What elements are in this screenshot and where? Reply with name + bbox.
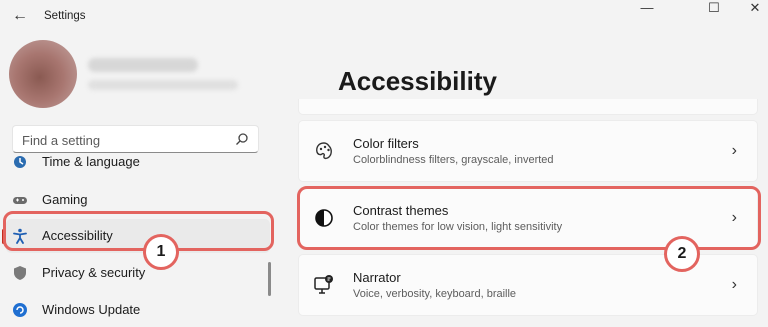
minimize-button[interactable]: — [629,0,665,18]
maximize-button[interactable]: ☐ [696,0,732,18]
color-filters-icon [313,140,335,162]
chevron-right-icon: › [731,209,737,226]
sidebar-item-label: Time & language [42,154,140,169]
card-color-filters[interactable]: Color filters Colorblindness filters, gr… [298,120,758,182]
annotation-badge-2: 2 [664,236,700,272]
user-email-blurred [88,80,238,90]
avatar[interactable] [9,40,77,108]
sidebar-item-privacy-security[interactable]: Privacy & security [6,256,270,290]
search-placeholder: Find a setting [22,133,101,148]
sidebar-item-gaming[interactable]: Gaming [6,183,270,217]
title-bar: ← Settings — ☐ ✕ [0,0,768,34]
annotation-badge-1: 1 [143,234,179,270]
time-language-icon [12,154,28,170]
shield-icon [12,265,28,281]
card-title: Color filters [353,136,419,151]
page-title: Accessibility [338,66,497,96]
windows-update-icon [12,302,28,318]
card-title: Contrast themes [353,203,449,218]
card-title: Narrator [353,270,401,285]
close-button[interactable]: ✕ [737,0,768,18]
chevron-right-icon: › [731,142,737,159]
active-indicator [2,229,5,244]
sidebar-item-label: Privacy & security [42,265,146,280]
sidebar-item-accessibility[interactable]: Accessibility [2,219,270,253]
app-title: Settings [44,10,86,22]
card-partial [298,99,758,115]
sidebar-item-windows-update[interactable]: Windows Update [6,293,270,327]
user-name-blurred [88,58,198,72]
card-subtitle: Color themes for low vision, light sensi… [353,221,563,233]
sidebar-item-label: Gaming [42,192,88,207]
accessibility-icon [12,228,28,244]
sidebar-scrollbar[interactable] [268,262,271,296]
gaming-icon [12,192,28,208]
search-icon[interactable] [235,132,249,146]
contrast-icon [313,207,335,229]
back-arrow-icon[interactable]: ← [10,5,30,27]
sidebar-item-label: Accessibility [42,228,113,243]
narrator-icon [313,274,335,296]
chevron-right-icon: › [731,276,737,293]
sidebar-item-label: Windows Update [42,302,141,317]
search-input[interactable]: Find a setting [12,125,259,153]
card-subtitle: Voice, verbosity, keyboard, braille [353,288,517,300]
card-subtitle: Colorblindness filters, grayscale, inver… [353,154,554,166]
